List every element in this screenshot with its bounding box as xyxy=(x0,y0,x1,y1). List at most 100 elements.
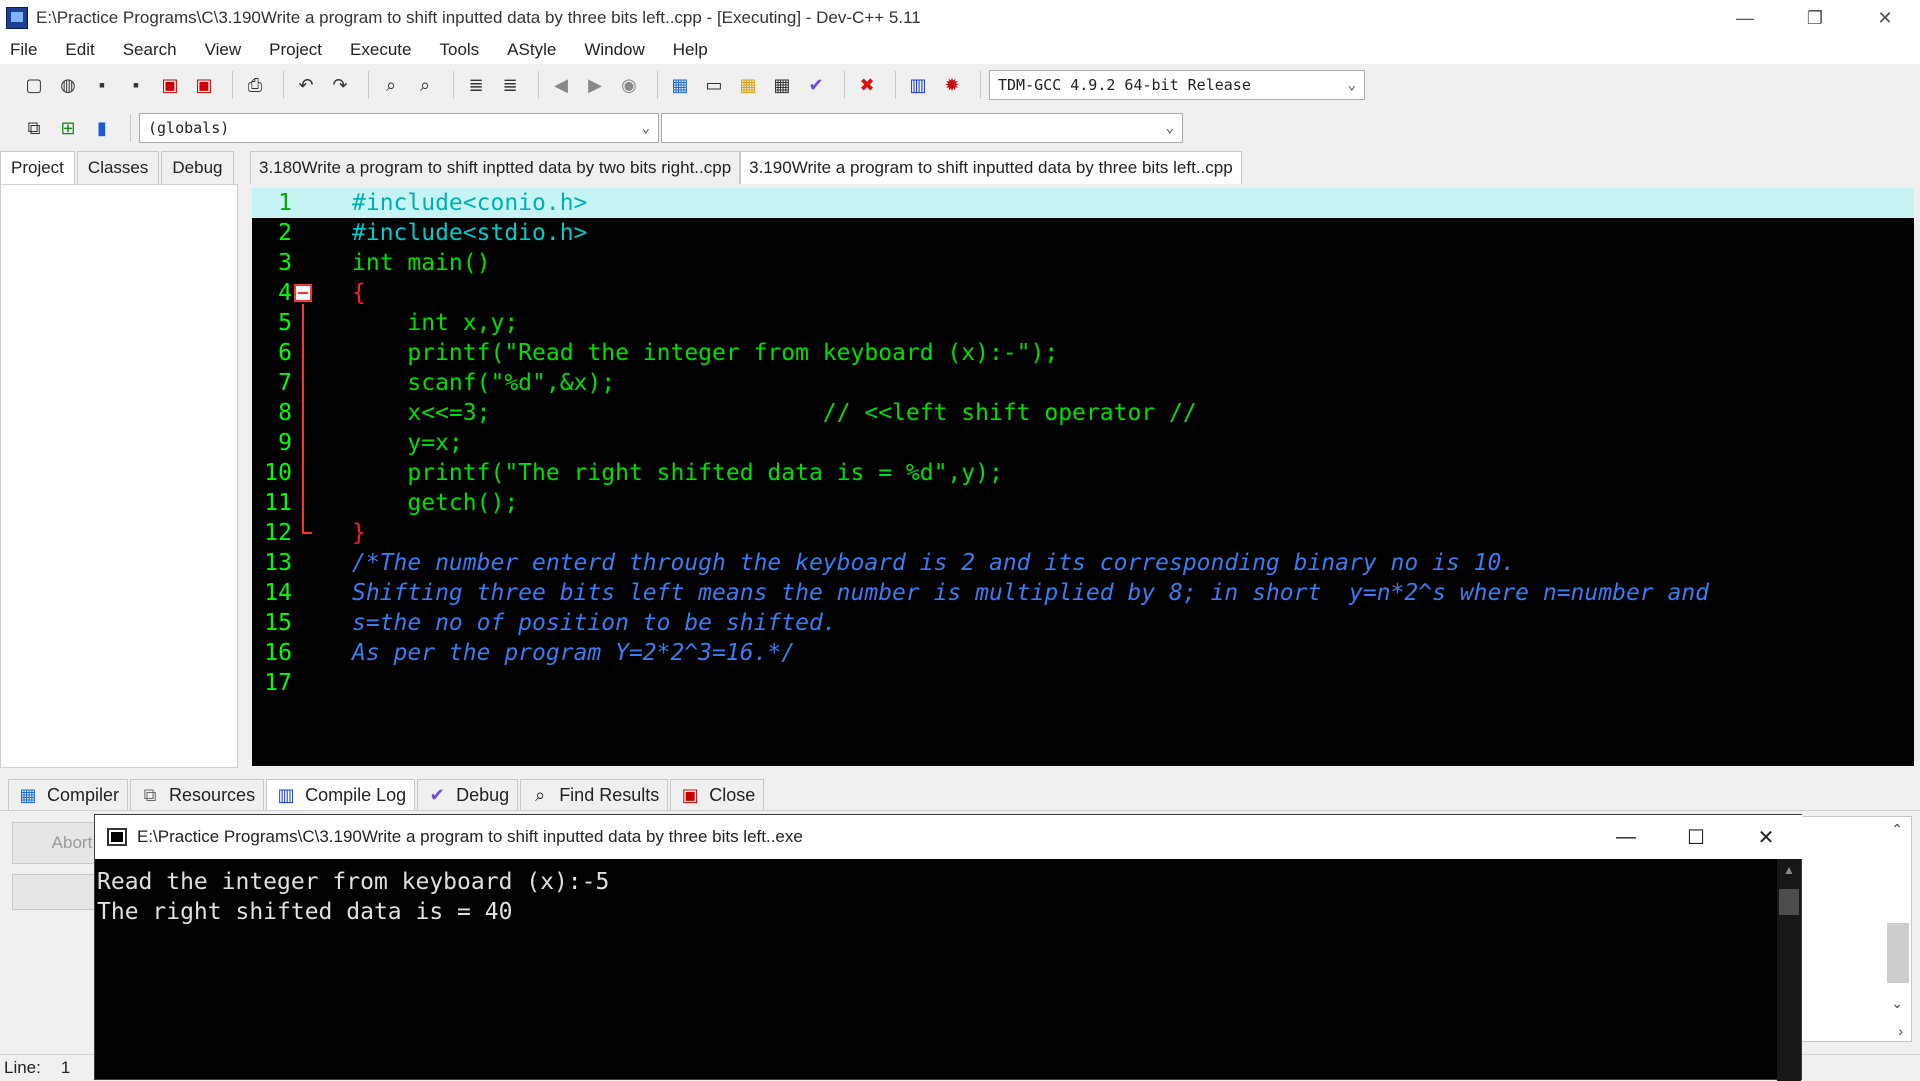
fold-end-mark xyxy=(302,532,312,534)
syntax-check-icon[interactable]: ✔ xyxy=(802,71,830,99)
menu-edit[interactable]: Edit xyxy=(61,40,98,60)
compile-run-icon[interactable]: ▦ xyxy=(734,71,762,99)
unindent-icon[interactable]: ≣ xyxy=(496,71,524,99)
code-line[interactable]: 7 scanf("%d",&x); xyxy=(252,368,1914,398)
stop-execution-icon[interactable]: ✖ xyxy=(853,71,881,99)
code-line[interactable]: 10 printf("The right shifted data is = %… xyxy=(252,458,1914,488)
code-line[interactable]: 14 Shifting three bits left means the num… xyxy=(252,578,1914,608)
indent-icon[interactable]: ≣ xyxy=(462,71,490,99)
console-scrollbar[interactable]: ▲ xyxy=(1777,859,1801,1081)
editor-tab[interactable]: 3.180Write a program to shift inptted da… xyxy=(250,151,741,184)
code-line[interactable]: 5 int x,y; xyxy=(252,308,1914,338)
save-icon[interactable]: ▪ xyxy=(88,71,116,99)
compiler-select[interactable]: TDM-GCC 4.9.2 64-bit Release ⌄ xyxy=(989,70,1365,100)
find-icon[interactable]: ⌕ xyxy=(377,71,405,99)
code-text: As per the program Y=2*2^3=16.*/ xyxy=(352,640,796,666)
undo-icon[interactable]: ↶ xyxy=(292,71,320,99)
redo-icon[interactable]: ↷ xyxy=(326,71,354,99)
code-text: printf("The right shifted data is = %d",… xyxy=(352,460,1003,486)
console-close-button[interactable]: ✕ xyxy=(1731,815,1801,859)
close-button[interactable]: ✕ xyxy=(1850,0,1920,36)
scrollbar-thumb[interactable] xyxy=(1887,923,1909,983)
console-maximize-button[interactable]: ☐ xyxy=(1661,815,1731,859)
scroll-down-icon[interactable]: ⌄ xyxy=(1891,995,1903,1012)
scope-select[interactable]: (globals) ⌄ xyxy=(139,113,659,143)
restore-button[interactable]: ❐ xyxy=(1780,0,1850,36)
code-line[interactable]: 17 xyxy=(252,668,1914,698)
tab-close[interactable]: ▣ Close xyxy=(670,779,765,810)
run-icon[interactable]: ▭ xyxy=(700,71,728,99)
print-icon[interactable]: ⎙ xyxy=(241,71,269,99)
tab-debug-output[interactable]: ✔ Debug xyxy=(417,779,519,810)
code-line[interactable]: 1 #include<conio.h> xyxy=(252,188,1914,218)
function-select[interactable]: ⌄ xyxy=(661,113,1183,143)
tab-compile-log[interactable]: ▥ Compile Log xyxy=(266,779,416,810)
bookmark-next-icon[interactable]: ▶ xyxy=(581,71,609,99)
open-file-icon[interactable]: ◍ xyxy=(54,71,82,99)
code-line[interactable]: 9 y=x; xyxy=(252,428,1914,458)
menu-astyle[interactable]: AStyle xyxy=(503,40,560,60)
tab-find-results[interactable]: ⌕ Find Results xyxy=(520,779,669,810)
remove-from-project-icon[interactable]: ▮ xyxy=(88,114,116,142)
new-file-icon[interactable]: ▢ xyxy=(20,71,48,99)
tab-debug[interactable]: Debug xyxy=(161,151,234,184)
console-minimize-button[interactable]: — xyxy=(1591,815,1661,859)
delete-profile-icon[interactable]: ✹ xyxy=(938,71,966,99)
line-number: 15 xyxy=(264,610,292,636)
add-to-project-icon[interactable]: ⊞ xyxy=(54,114,82,142)
tab-compiler[interactable]: ▦ Compiler xyxy=(8,779,129,810)
code-line[interactable]: 3 int main() xyxy=(252,248,1914,278)
code-line[interactable]: 2 #include<stdio.h> xyxy=(252,218,1914,248)
code-text: printf("Read the integer from keyboard (… xyxy=(352,340,1059,366)
fold-gutter xyxy=(292,398,352,428)
scrollbar-thumb[interactable] xyxy=(1779,889,1799,915)
menu-help[interactable]: Help xyxy=(669,40,712,60)
rebuild-all-icon[interactable]: ▦ xyxy=(768,71,796,99)
code-editor[interactable]: 1 #include<conio.h> 2 #include<stdio.h> 3 int… xyxy=(252,188,1914,766)
profile-icon[interactable]: ▥ xyxy=(904,71,932,99)
minimize-button[interactable]: — xyxy=(1710,0,1780,36)
fold-gutter xyxy=(292,578,352,608)
fold-gutter xyxy=(292,548,352,578)
console-title-bar[interactable]: E:\Practice Programs\C\3.190Write a prog… xyxy=(95,815,1803,859)
code-line[interactable]: 4{ xyxy=(252,278,1914,308)
menu-window[interactable]: Window xyxy=(580,40,648,60)
code-line[interactable]: 6 printf("Read the integer from keyboard… xyxy=(252,338,1914,368)
menu-execute[interactable]: Execute xyxy=(346,40,415,60)
tab-project[interactable]: Project xyxy=(0,151,75,184)
menu-tools[interactable]: Tools xyxy=(435,40,483,60)
compile-log-area[interactable]: ⌃ ⌄ › xyxy=(1800,816,1912,1042)
code-line[interactable]: 8 x<<=3; // <<left shift operator // xyxy=(252,398,1914,428)
fold-collapse-icon[interactable] xyxy=(294,284,312,302)
code-line[interactable]: 12} xyxy=(252,518,1914,548)
console-output[interactable]: Read the integer from keyboard (x):-5 The… xyxy=(95,859,1775,1081)
code-line[interactable]: 11 getch(); xyxy=(252,488,1914,518)
close-file-icon[interactable]: ▣ xyxy=(156,71,184,99)
editor-tab-active[interactable]: 3.190Write a program to shift inputted d… xyxy=(740,151,1242,184)
code-text: { xyxy=(352,280,366,306)
line-number: 8 xyxy=(278,400,292,426)
scroll-right-icon[interactable]: › xyxy=(1898,1023,1903,1039)
code-line[interactable]: 16 As per the program Y=2*2^3=16.*/ xyxy=(252,638,1914,668)
save-all-icon[interactable]: ▪ xyxy=(122,71,150,99)
goto-line-icon[interactable]: ◉ xyxy=(615,71,643,99)
close-all-icon[interactable]: ▣ xyxy=(190,71,218,99)
bookmark-prev-icon[interactable]: ◀ xyxy=(547,71,575,99)
compile-icon[interactable]: ▦ xyxy=(666,71,694,99)
console-window[interactable]: E:\Practice Programs\C\3.190Write a prog… xyxy=(94,814,1803,1081)
tab-label: Resources xyxy=(169,784,256,805)
tab-classes[interactable]: Classes xyxy=(76,151,160,184)
menu-project[interactable]: Project xyxy=(265,40,326,60)
scroll-up-icon[interactable]: ▲ xyxy=(1783,863,1795,877)
replace-icon[interactable]: ⌕ xyxy=(411,71,439,99)
menu-view[interactable]: View xyxy=(201,40,246,60)
scroll-up-icon[interactable]: ⌃ xyxy=(1891,821,1903,838)
menu-search[interactable]: Search xyxy=(119,40,181,60)
code-line[interactable]: 13 /*The number enterd through the keyboa… xyxy=(252,548,1914,578)
code-line[interactable]: 15 s=the no of position to be shifted. xyxy=(252,608,1914,638)
project-browser[interactable] xyxy=(0,184,238,768)
line-number: 4 xyxy=(278,280,292,306)
tab-resources[interactable]: ⧉ Resources xyxy=(130,779,265,810)
menu-file[interactable]: File xyxy=(6,40,41,60)
new-project-icon[interactable]: ⧉ xyxy=(20,114,48,142)
